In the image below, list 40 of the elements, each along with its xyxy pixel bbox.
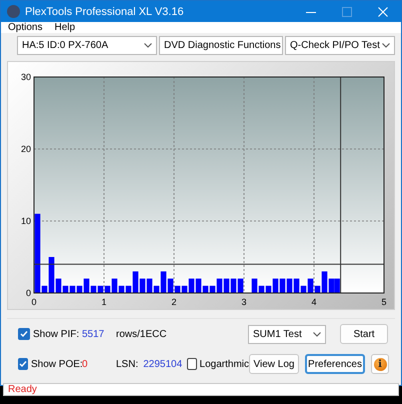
pif-value: 5517 bbox=[82, 328, 106, 340]
dropdown[interactable]: HA:5 ID:0 PX-760A bbox=[17, 36, 157, 55]
axis-label: 4 bbox=[312, 297, 316, 307]
axis-label: 0 bbox=[32, 297, 36, 307]
chevron-down-icon bbox=[382, 43, 390, 48]
menu-item[interactable]: Options bbox=[7, 22, 44, 33]
button[interactable]: View Log bbox=[249, 354, 299, 374]
axis-label: 20 bbox=[20, 144, 31, 154]
axis-label: 3 bbox=[242, 297, 246, 307]
axis-label: 0 bbox=[26, 288, 31, 298]
checkbox[interactable] bbox=[18, 358, 28, 370]
chevron-down-icon bbox=[144, 43, 152, 48]
axis-label: 1 bbox=[102, 297, 106, 307]
axis-label: 10 bbox=[20, 216, 31, 226]
window-title: PlexTools Professional XL V3.16 bbox=[25, 6, 185, 18]
button[interactable]: Start bbox=[340, 324, 388, 344]
status-bar: Ready bbox=[3, 383, 399, 396]
unit-label: rows/1ECC bbox=[116, 328, 168, 340]
checkbox-label: Show POE: bbox=[31, 358, 83, 370]
checkbox-label: Show PIF: bbox=[33, 328, 80, 340]
chevron-down-icon bbox=[313, 332, 321, 336]
dropdown[interactable]: Q-Check PI/PO Test bbox=[285, 36, 395, 55]
axis-label: 2 bbox=[172, 297, 176, 307]
app-logo-icon bbox=[7, 5, 20, 18]
axis-label: 30 bbox=[20, 72, 31, 82]
lsn-label: LSN: bbox=[116, 358, 138, 370]
poe-value: 0 bbox=[82, 358, 89, 370]
checkbox[interactable] bbox=[18, 328, 30, 340]
lsn-value: 2295104 bbox=[143, 358, 182, 370]
menu-item[interactable]: Help bbox=[53, 22, 76, 33]
axis-label: 5 bbox=[382, 297, 386, 307]
dropdown[interactable]: DVD Diagnostic Functions bbox=[159, 36, 283, 55]
dropdown[interactable]: SUM1 Test bbox=[248, 324, 326, 344]
close-icon bbox=[378, 6, 388, 16]
checkbox-label: Logarthmic bbox=[200, 358, 249, 370]
button[interactable]: Preferences bbox=[305, 354, 365, 374]
maximize-icon bbox=[342, 6, 352, 16]
info-icon: i bbox=[374, 358, 386, 370]
checkbox[interactable] bbox=[187, 358, 197, 370]
info-button[interactable]: i bbox=[371, 354, 389, 374]
